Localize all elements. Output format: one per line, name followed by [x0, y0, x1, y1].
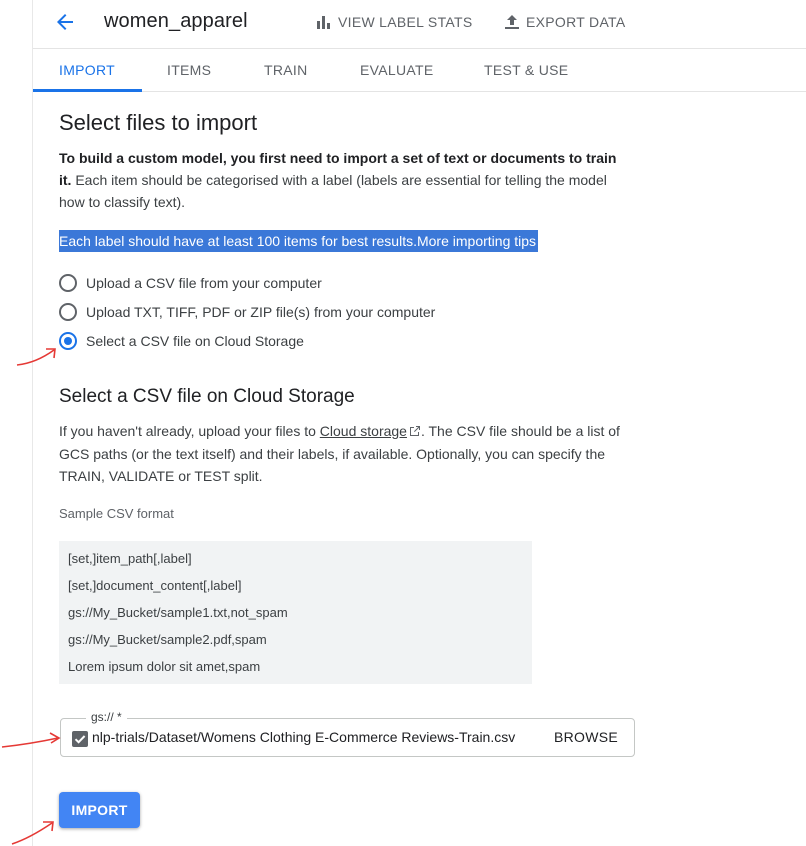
section-heading: Select files to import: [59, 110, 258, 135]
importing-tips-link[interactable]: More importing tips: [417, 233, 536, 249]
upload-icon: [504, 14, 520, 30]
desc-before: If you haven't already, upload your file…: [59, 423, 320, 439]
tab-items[interactable]: ITEMS: [167, 62, 211, 78]
open-in-new-icon: [409, 421, 421, 443]
gcs-path-input[interactable]: nlp-trials/Dataset/Womens Clothing E-Com…: [92, 729, 515, 745]
code-line: gs://My_Bucket/sample1.txt,not_spam: [68, 605, 288, 620]
highlighted-tip: Each label should have at least 100 item…: [59, 230, 539, 252]
cloud-storage-description: If you haven't already, upload your file…: [59, 420, 629, 487]
code-line: Lorem ipsum dolor sit amet,spam: [68, 659, 261, 674]
browse-button[interactable]: BROWSE: [554, 729, 618, 745]
active-tab-indicator: [33, 89, 142, 92]
intro-rest-text: Each item should be categorised with a l…: [59, 172, 607, 210]
view-label-stats-button[interactable]: VIEW LABEL STATS: [316, 14, 472, 30]
view-label-stats-label: VIEW LABEL STATS: [338, 14, 473, 30]
option-upload-csv[interactable]: Upload a CSV file from your computer: [59, 274, 322, 292]
tab-bar: IMPORT ITEMS TRAIN EVALUATE TEST & USE: [33, 48, 806, 92]
header-bar: women_apparel VIEW LABEL STATS EXPORT DA…: [33, 0, 806, 46]
annotation-arrow-icon: [1, 732, 61, 748]
code-line: [set,]item_path[,label]: [68, 551, 192, 566]
cloud-storage-link[interactable]: Cloud storage: [320, 423, 407, 439]
option-label: Upload a CSV file from your computer: [86, 275, 322, 291]
left-divider: [32, 0, 33, 846]
gcs-field-label: gs:// *: [86, 710, 127, 724]
option-upload-documents[interactable]: Upload TXT, TIFF, PDF or ZIP file(s) fro…: [59, 303, 435, 321]
checkbox-icon: [72, 731, 88, 747]
radio-button[interactable]: [59, 274, 77, 292]
code-line: gs://My_Bucket/sample2.pdf,spam: [68, 632, 267, 647]
code-line: [set,]document_content[,label]: [68, 578, 242, 593]
arrow-back-icon[interactable]: [53, 10, 77, 34]
tab-train[interactable]: TRAIN: [264, 62, 308, 78]
intro-text: To build a custom model, you first need …: [59, 147, 629, 213]
cloud-storage-heading: Select a CSV file on Cloud Storage: [59, 386, 355, 407]
sample-csv-label: Sample CSV format: [59, 506, 174, 521]
radio-button[interactable]: [59, 303, 77, 321]
export-data-button[interactable]: EXPORT DATA: [504, 14, 626, 30]
import-button[interactable]: IMPORT: [59, 792, 140, 828]
annotation-arrow-icon: [16, 348, 56, 366]
tip-text: Each label should have at least 100 item…: [59, 233, 417, 249]
annotation-arrow-icon: [11, 821, 54, 845]
option-label: Select a CSV file on Cloud Storage: [86, 333, 304, 349]
option-label: Upload TXT, TIFF, PDF or ZIP file(s) fro…: [86, 304, 436, 320]
bar-chart-icon: [316, 14, 332, 30]
tab-evaluate[interactable]: EVALUATE: [360, 62, 433, 78]
option-cloud-storage-csv[interactable]: Select a CSV file on Cloud Storage: [59, 332, 304, 350]
gcs-path-field[interactable]: gs:// * nlp-trials/Dataset/Womens Clothi…: [60, 710, 635, 757]
export-data-label: EXPORT DATA: [526, 14, 626, 30]
tab-test-and-use[interactable]: TEST & USE: [484, 62, 568, 78]
page-title: women_apparel: [104, 10, 248, 32]
sample-csv-box: [set,]item_path[,label] [set,]document_c…: [59, 541, 532, 684]
tab-import[interactable]: IMPORT: [59, 62, 115, 78]
